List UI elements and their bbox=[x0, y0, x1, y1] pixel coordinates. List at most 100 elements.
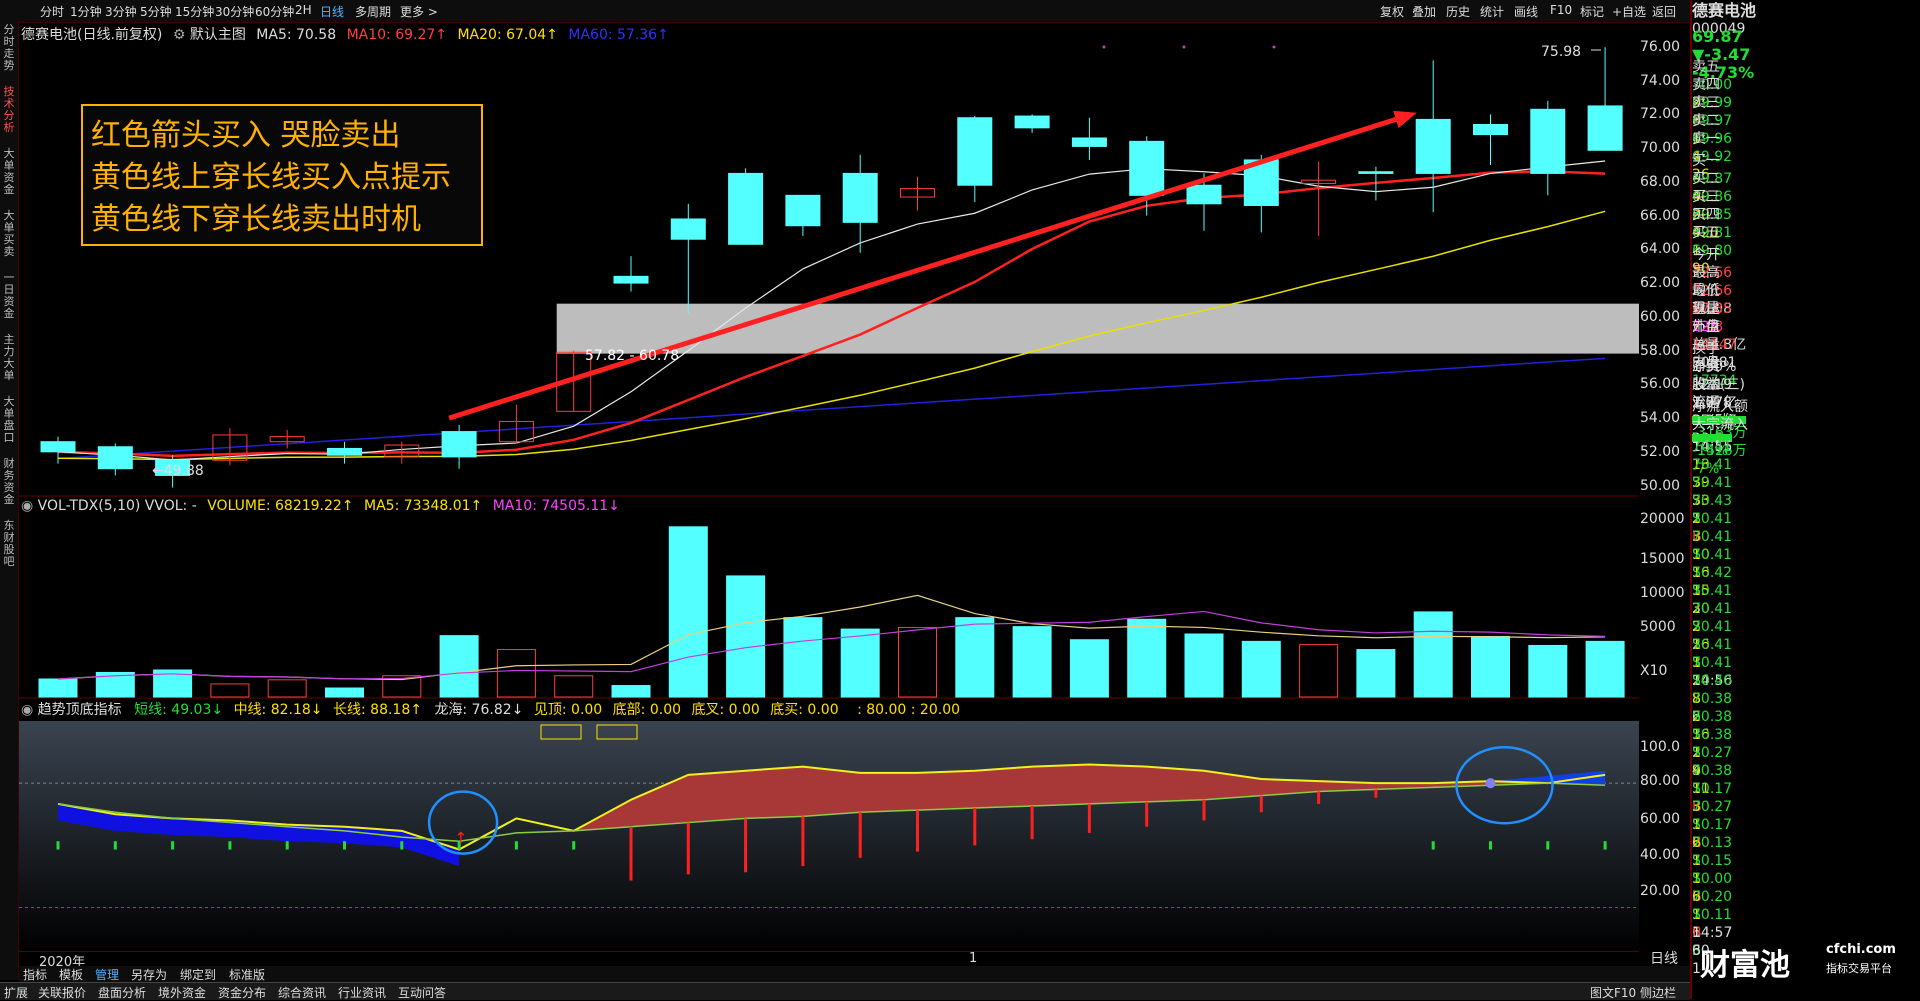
sell-label: 卖二 bbox=[1692, 113, 1720, 129]
status-item-5[interactable]: 综合资讯 bbox=[278, 984, 326, 1001]
high-price-label: 75.98 bbox=[1541, 44, 1581, 60]
trade-price: 70.41 bbox=[1692, 547, 1733, 563]
main-mode[interactable]: 默认主图 bbox=[190, 27, 246, 43]
period-tab-2[interactable]: 3分钟 bbox=[105, 3, 137, 20]
volume-tick: 20000 bbox=[1640, 511, 1685, 527]
trade-row: 70.41 10 S 3 bbox=[1692, 528, 1920, 599]
price-tick: 70.00 bbox=[1640, 140, 1681, 157]
left-tool-0[interactable]: 分时走势 bbox=[1, 24, 17, 80]
period-tab-5[interactable]: 30分钟 bbox=[215, 3, 254, 20]
trade-price: 70.11 bbox=[1692, 907, 1733, 923]
volume-bar bbox=[38, 678, 78, 698]
toolbar-action-4[interactable]: 画线 bbox=[1514, 3, 1538, 20]
fund-row: 换手 1.50% 股本 2.07亿 bbox=[1692, 340, 1920, 411]
collapse-icon[interactable]: ◉ bbox=[21, 498, 33, 514]
period-tab-9[interactable]: 多周期 bbox=[355, 3, 391, 20]
status-item-4[interactable]: 资金分布 bbox=[218, 984, 266, 1001]
trade-row: 70.20 1 B 3 bbox=[1692, 888, 1920, 959]
period-tab-8[interactable]: 日线 bbox=[320, 3, 344, 20]
volume-bar bbox=[325, 687, 364, 698]
candle-body bbox=[728, 172, 764, 245]
period-label[interactable]: 日线 bbox=[1650, 948, 1678, 968]
left-tool-1[interactable]: 技术分析 bbox=[1, 86, 17, 142]
price-zone bbox=[556, 303, 1639, 354]
trade-price: 70.17 bbox=[1692, 817, 1733, 833]
period-tab-1[interactable]: 1分钟 bbox=[70, 3, 102, 20]
volume-bar bbox=[1184, 633, 1224, 698]
toolbar-action-7[interactable]: +自选 bbox=[1612, 3, 1646, 20]
candlestick-chart: 75.98 ←49.88 57.82 - 60.78 bbox=[19, 44, 1639, 497]
quote-panel: 德赛电池 000049 69.87 ▼-3.47 -4.73% 卖五 70.00 29 卖四 69… bbox=[1690, 0, 1920, 999]
left-tool-3[interactable]: 大单买卖 bbox=[1, 210, 17, 266]
left-tool-2[interactable]: 大单资金 bbox=[1, 148, 17, 204]
status-item-0[interactable]: 扩展 bbox=[4, 984, 28, 1001]
buy-level: 买二 69.86 20 bbox=[1692, 170, 1920, 223]
trade-price: 70.43 bbox=[1692, 493, 1733, 509]
indicator-panel[interactable]: ↑ ◉ 趋势顶底指标 短线: 49.03↓ 中线: 82.18↓ 长线: 88.… bbox=[19, 699, 1639, 951]
volume-bar bbox=[955, 617, 995, 698]
toolbar-action-8[interactable]: 返回 bbox=[1652, 3, 1676, 20]
period-tab-7[interactable]: 2H bbox=[295, 3, 312, 17]
trade-price: 70.41 bbox=[1692, 655, 1733, 671]
stat-label: 今开 bbox=[1692, 247, 1720, 263]
signal-dot bbox=[1182, 45, 1186, 49]
trade-row: 70.27 9 S 3 bbox=[1692, 744, 1920, 815]
fund-label: 换手 bbox=[1692, 341, 1720, 357]
toolbar-action-0[interactable]: 复权 bbox=[1380, 3, 1404, 20]
period-tab-6[interactable]: 60分钟 bbox=[255, 3, 294, 20]
status-item-2[interactable]: 盘面分析 bbox=[98, 984, 146, 1001]
period-tab-3[interactable]: 5分钟 bbox=[140, 3, 172, 20]
toolbar-action-5[interactable]: F10 bbox=[1550, 3, 1572, 17]
buy-label: 买二 bbox=[1692, 171, 1720, 187]
stat-row: 外盘 13147 内盘 17734 bbox=[1692, 318, 1920, 389]
buy-arrow-icon: ↑ bbox=[454, 828, 467, 847]
toolbar-action-6[interactable]: 标记 bbox=[1580, 3, 1604, 20]
trade-price: 70.41 bbox=[1692, 439, 1733, 455]
settings-icon[interactable]: ⚙ bbox=[173, 27, 186, 43]
main-chart-panel[interactable]: 75.98 ←49.88 57.82 - 60.78 德赛电池(日线.前复权) ⚙ … bbox=[19, 22, 1639, 497]
toolbar-action-2[interactable]: 历史 bbox=[1446, 3, 1470, 20]
indicator-tab-2[interactable]: 管理 bbox=[95, 966, 119, 983]
left-tool-5[interactable]: 主力大单 bbox=[1, 334, 17, 390]
volume-bar bbox=[1299, 644, 1339, 698]
status-right[interactable]: 图文F10 侧边栏 bbox=[1590, 984, 1676, 1001]
buy-level: 买四 69.81 1 bbox=[1692, 206, 1920, 259]
vol-title: VOL-TDX(5,10) VVOL: - bbox=[37, 498, 197, 514]
toolbar-action-1[interactable]: 叠加 bbox=[1412, 3, 1436, 20]
price-tick: 76.00 bbox=[1640, 38, 1681, 55]
price-tick: 54.00 bbox=[1640, 410, 1681, 427]
period-tab-4[interactable]: 15分钟 bbox=[175, 3, 214, 20]
ma60-legend: MA60: 57.36↑ bbox=[568, 27, 669, 43]
status-item-3[interactable]: 境外资金 bbox=[158, 984, 206, 1001]
sell-label: 卖一 bbox=[1692, 131, 1720, 147]
status-item-6[interactable]: 行业资讯 bbox=[338, 984, 386, 1001]
trade-price: 70.41 bbox=[1692, 583, 1733, 599]
trade-row: 70.00 6 S 6 bbox=[1692, 870, 1920, 941]
watermark-site: cfchi.com bbox=[1826, 942, 1896, 957]
status-item-1[interactable]: 关联报价 bbox=[38, 984, 86, 1001]
toolbar-action-3[interactable]: 统计 bbox=[1480, 3, 1504, 20]
indicator-tab-1[interactable]: 模板 bbox=[59, 966, 83, 983]
sell-level: 卖四 69.99 8 bbox=[1692, 76, 1920, 129]
indicator-tab-0[interactable]: 指标 bbox=[23, 966, 47, 983]
left-tool-8[interactable]: 东财股吧 bbox=[1, 520, 17, 576]
left-tool-4[interactable]: 一日资金 bbox=[1, 272, 17, 328]
trade-price: 70.41 bbox=[1692, 475, 1733, 491]
left-tool-6[interactable]: 大单盘口 bbox=[1, 396, 17, 452]
ma20-legend: MA20: 67.04↑ bbox=[457, 27, 558, 43]
period-tab-10[interactable]: 更多 > bbox=[400, 3, 438, 20]
volume-bar bbox=[1127, 618, 1167, 698]
period-tab-0[interactable]: 分时 bbox=[40, 3, 64, 20]
trade-row: 70.41 3 S 1 bbox=[1692, 510, 1920, 581]
status-item-7[interactable]: 互动问答 bbox=[398, 984, 446, 1001]
buy-label: 买三 bbox=[1692, 189, 1720, 205]
left-tool-7[interactable]: 财务资金 bbox=[1, 458, 17, 514]
trade-row: 70.42 15 bbox=[1692, 564, 1920, 599]
collapse-icon[interactable]: ◉ bbox=[21, 702, 33, 718]
signal-dot bbox=[1102, 45, 1106, 49]
indicator-tab-4[interactable]: 绑定到 bbox=[180, 966, 216, 983]
indicator-tab-3[interactable]: 另存为 bbox=[131, 966, 167, 983]
volume-panel[interactable]: ◉ VOL-TDX(5,10) VVOL: - VOLUME: 68219.22… bbox=[19, 497, 1639, 699]
trade-row: 70.38 16 S 4 bbox=[1692, 708, 1920, 779]
indicator-tab-5[interactable]: 标准版 bbox=[229, 966, 265, 983]
